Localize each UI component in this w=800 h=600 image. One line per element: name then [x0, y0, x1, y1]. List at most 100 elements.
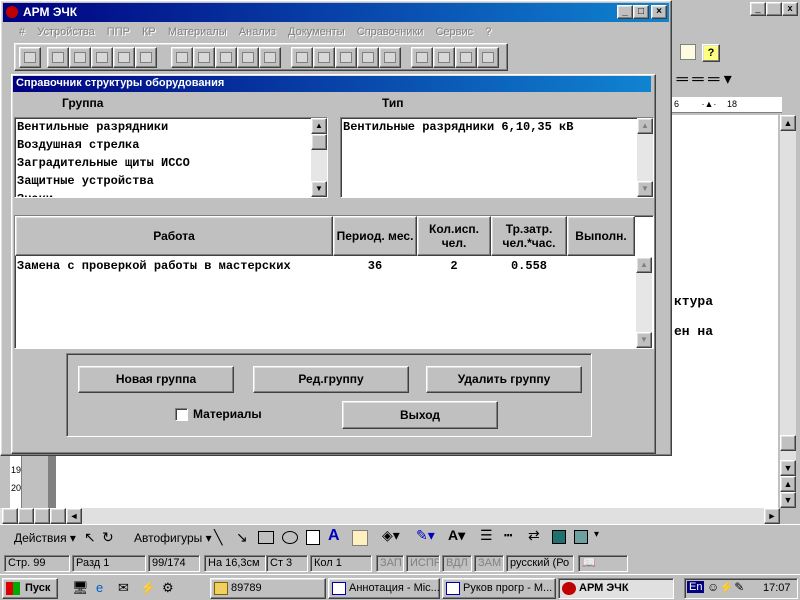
close-button[interactable]: × — [651, 5, 667, 19]
line-style-icon[interactable]: ☰ — [480, 527, 493, 544]
column-header-done[interactable]: Выполн. — [567, 216, 635, 256]
align-icons[interactable]: ═ ═ ═ ▾ — [672, 70, 772, 92]
toolbar-icon[interactable] — [47, 47, 69, 68]
start-button[interactable]: Пуск — [2, 578, 58, 599]
toolbar-icon[interactable] — [69, 47, 91, 68]
toolbar-icon[interactable] — [433, 47, 455, 68]
toolbar-icon[interactable] — [91, 47, 113, 68]
delete-group-button[interactable]: Удалить группу — [426, 366, 582, 393]
dash-style-icon[interactable]: ┅ — [504, 527, 512, 544]
word-restore-button[interactable] — [766, 2, 782, 16]
scroll-right-icon[interactable]: ► — [764, 508, 780, 524]
line-color-icon[interactable]: ✎▾ — [416, 527, 435, 544]
prev-page-icon[interactable]: ▲ — [780, 476, 796, 492]
list-item[interactable]: Вентильные разрядники — [15, 118, 327, 136]
toolbar-icon[interactable] — [19, 47, 41, 68]
materials-label[interactable]: Материалы — [193, 407, 262, 421]
menu-ppr[interactable]: ППР — [107, 26, 130, 38]
status-rec[interactable]: ЗАП — [376, 555, 404, 572]
scroll-down-icon[interactable]: ▼ — [636, 332, 652, 348]
task-arm[interactable]: АРМ ЭЧК — [558, 578, 674, 599]
status-ovr[interactable]: ЗАМ — [474, 555, 504, 572]
page-view-icon[interactable] — [34, 508, 50, 524]
menu-hash[interactable]: # — [19, 26, 25, 38]
scroll-down-icon[interactable]: ▼ — [780, 460, 796, 476]
menu-materials[interactable]: Материалы — [168, 26, 227, 38]
toolbar-icon[interactable] — [215, 47, 237, 68]
layout-view-icon[interactable] — [18, 508, 34, 524]
picture-icon[interactable] — [680, 44, 696, 60]
next-page-icon[interactable]: ▼ — [780, 492, 796, 508]
task-folder[interactable]: 89789 — [210, 578, 326, 599]
menu-service[interactable]: Сервис — [435, 26, 473, 38]
scroll-down-icon[interactable]: ▼ — [637, 181, 653, 197]
task-guide[interactable]: Руков прогр - М... — [442, 578, 556, 599]
toolbar-icon[interactable] — [291, 47, 313, 68]
minimize-button[interactable]: _ — [617, 5, 633, 19]
status-ext[interactable]: ВДЛ — [442, 555, 472, 572]
clipart-icon[interactable] — [352, 530, 368, 546]
scroll-up-icon[interactable]: ▲ — [637, 118, 653, 134]
edit-group-button[interactable]: Ред.группу — [253, 366, 409, 393]
toolbar-icon[interactable] — [193, 47, 215, 68]
toolbar-icon[interactable] — [379, 47, 401, 68]
word-horizontal-scrollbar[interactable]: ◄ ► — [0, 508, 780, 524]
outline-view-icon[interactable] — [50, 508, 66, 524]
toolbar-icon[interactable] — [335, 47, 357, 68]
language-indicator[interactable]: En — [687, 581, 705, 593]
textbox-icon[interactable] — [306, 530, 320, 545]
wordart-icon[interactable]: A — [328, 527, 340, 545]
word-vertical-scrollbar[interactable]: ▲ ▼ ▲ ▼ — [780, 115, 796, 508]
channels-icon[interactable]: ⚡ — [140, 580, 156, 596]
column-header-workers[interactable]: Кол.исп. чел. — [417, 216, 491, 256]
arrow-icon[interactable]: ↘ — [236, 529, 248, 546]
list-item[interactable]: Знаки — [15, 190, 327, 197]
toolbar-icon[interactable] — [357, 47, 379, 68]
scroll-up-icon[interactable]: ▲ — [311, 118, 327, 134]
quicklaunch-icon[interactable]: ⚙ — [162, 580, 174, 596]
materials-checkbox[interactable] — [175, 408, 188, 421]
column-header-work[interactable]: Работа — [15, 216, 333, 256]
maximize-button[interactable]: □ — [633, 5, 649, 19]
scroll-up-icon[interactable]: ▲ — [636, 257, 652, 273]
toolbar-icon[interactable] — [411, 47, 433, 68]
toolbar-icon[interactable] — [135, 47, 157, 68]
exit-button[interactable]: Выход — [342, 401, 498, 429]
line-icon[interactable]: ╲ — [214, 529, 222, 546]
status-trk[interactable]: ИСПР — [406, 555, 440, 572]
scroll-thumb[interactable] — [311, 134, 327, 150]
column-header-labor[interactable]: Тр.затр. чел.*час. — [491, 216, 567, 256]
list-item[interactable]: Воздушная стрелка — [15, 136, 327, 154]
list-item[interactable]: Вентильные разрядники 6,10,35 кВ — [341, 118, 653, 136]
toolbar-icon[interactable] — [237, 47, 259, 68]
arrow-style-icon[interactable]: ⇄ — [528, 527, 540, 544]
select-arrow-icon[interactable]: ↖ — [84, 529, 96, 546]
work-scrollbar[interactable]: ▲ ▼ — [636, 257, 652, 348]
outlook-icon[interactable]: ✉ — [118, 580, 129, 596]
more-icon[interactable]: ▾ — [594, 529, 599, 540]
word-close-button[interactable]: x — [782, 2, 798, 16]
shadow-icon[interactable] — [552, 530, 566, 544]
app-titlebar[interactable]: АРМ ЭЧК _ □ × — [3, 3, 669, 22]
toolbar-icon[interactable] — [171, 47, 193, 68]
3d-icon[interactable] — [574, 530, 588, 544]
word-minimize-button[interactable]: _ — [750, 2, 766, 16]
menu-kr[interactable]: КР — [142, 26, 156, 38]
group-scrollbar[interactable]: ▲ ▼ — [311, 118, 327, 197]
rectangle-icon[interactable] — [258, 531, 274, 544]
task-annotation[interactable]: Аннотация - Mic... — [328, 578, 440, 599]
tray-icons[interactable]: ☺⚡✎ — [707, 580, 744, 594]
rotate-icon[interactable]: ↻ — [102, 529, 114, 546]
type-scrollbar[interactable]: ▲ ▼ — [637, 118, 653, 197]
normal-view-icon[interactable] — [2, 508, 18, 524]
list-item[interactable]: Защитные устройства — [15, 172, 327, 190]
scroll-left-icon[interactable]: ◄ — [66, 508, 82, 524]
autoshapes-menu[interactable]: Автофигуры ▾ — [134, 531, 212, 545]
toolbar-icon[interactable] — [259, 47, 281, 68]
column-header-period[interactable]: Период. мес. — [333, 216, 417, 256]
actions-menu[interactable]: Действия ▾ — [14, 531, 76, 545]
menu-documents[interactable]: Документы — [288, 26, 345, 38]
type-listbox[interactable]: Вентильные разрядники 6,10,35 кВ — [340, 117, 654, 198]
menu-help[interactable]: ? — [485, 26, 491, 38]
show-desktop-icon[interactable]: 🖥 — [72, 580, 89, 596]
